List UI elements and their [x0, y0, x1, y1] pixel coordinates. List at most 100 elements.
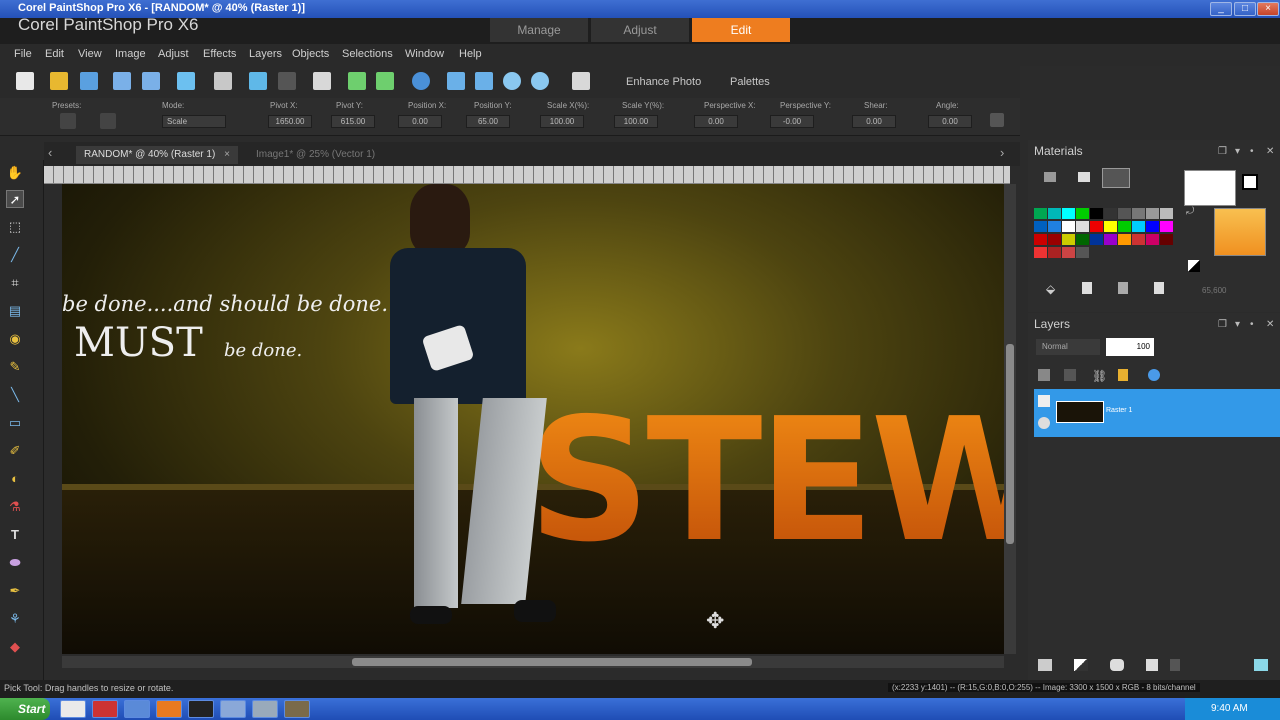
enhance-photo-menu[interactable]: Enhance Photo: [626, 76, 701, 88]
swatch[interactable]: [1062, 247, 1075, 258]
straighten-tool-icon[interactable]: ▤: [6, 302, 24, 320]
tab-scroll-right-icon[interactable]: ›: [1000, 145, 1004, 160]
swatch[interactable]: [1062, 208, 1075, 219]
minimize-button[interactable]: _: [1210, 2, 1232, 16]
reset-colors-icon[interactable]: [1188, 260, 1200, 272]
swatch[interactable]: [1076, 208, 1089, 219]
doc-tab-random[interactable]: RANDOM* @ 40% (Raster 1) ×: [76, 146, 238, 164]
layers-menu-icon[interactable]: •: [1250, 319, 1254, 330]
clone-brush-icon[interactable]: ╲: [6, 386, 24, 404]
layers-pin-icon[interactable]: ▾: [1235, 319, 1240, 330]
swatch[interactable]: [1048, 234, 1061, 245]
swatch[interactable]: [1048, 221, 1061, 232]
layer-group-icon[interactable]: [1038, 395, 1050, 407]
lock-transparency-icon[interactable]: [1064, 369, 1076, 381]
explorer-icon[interactable]: [220, 700, 246, 718]
layers-restore-icon[interactable]: ❐: [1218, 319, 1227, 330]
horizontal-scroll-thumb[interactable]: [352, 658, 752, 666]
tab-adjust[interactable]: Adjust: [591, 18, 689, 42]
flood-fill-icon[interactable]: ⚗: [6, 498, 24, 516]
pan-tool-icon[interactable]: ✋: [6, 164, 24, 182]
swap-colors-icon[interactable]: [1242, 174, 1258, 190]
materials-close-icon[interactable]: ✕: [1266, 146, 1274, 157]
lock-icon[interactable]: [1118, 369, 1128, 381]
info-icon[interactable]: [412, 72, 430, 90]
menu-edit[interactable]: Edit: [45, 48, 64, 60]
menu-image[interactable]: Image: [115, 48, 146, 60]
swatch[interactable]: [1076, 221, 1089, 232]
rainbow-view-icon[interactable]: [1078, 172, 1090, 182]
mode-select[interactable]: Scale: [162, 115, 226, 128]
doc-tab-image1[interactable]: Image1* @ 25% (Vector 1): [248, 146, 383, 164]
swatch[interactable]: [1034, 221, 1047, 232]
text-tool-icon[interactable]: T: [6, 526, 24, 544]
menu-adjust[interactable]: Adjust: [158, 48, 189, 60]
swatch[interactable]: [1090, 234, 1103, 245]
swatch[interactable]: [1132, 208, 1145, 219]
horizontal-scrollbar[interactable]: [62, 656, 1004, 668]
new-swatch-icon[interactable]: [1082, 282, 1092, 294]
reset-icon[interactable]: [100, 113, 116, 129]
resize-icon[interactable]: [313, 72, 331, 90]
swatch[interactable]: [1034, 234, 1047, 245]
tab-scroll-left-icon[interactable]: ‹: [48, 145, 52, 160]
swatch[interactable]: [1104, 234, 1117, 245]
layer-opacity-field[interactable]: 100: [1106, 338, 1154, 356]
link-icon[interactable]: ⛓: [1092, 369, 1107, 383]
menu-file[interactable]: File: [14, 48, 32, 60]
print-icon[interactable]: [214, 72, 232, 90]
chrome-icon[interactable]: [60, 700, 86, 718]
redo-icon[interactable]: [278, 72, 296, 90]
new-layer-icon[interactable]: [1038, 659, 1052, 671]
swatch[interactable]: [1062, 234, 1075, 245]
undo-icon[interactable]: [249, 72, 267, 90]
pick-tool-icon[interactable]: ➚: [6, 190, 24, 208]
materials-pin-icon[interactable]: ▾: [1235, 146, 1240, 157]
warp-brush-icon[interactable]: ⚘: [6, 610, 24, 628]
scale-y-field[interactable]: 100.00: [614, 115, 658, 128]
perspective-y-field[interactable]: -0.00: [770, 115, 814, 128]
swatch[interactable]: [1104, 221, 1117, 232]
swap-arrow-icon[interactable]: ⤾: [1186, 206, 1194, 217]
swatch[interactable]: [1132, 221, 1145, 232]
vertical-scroll-thumb[interactable]: [1006, 344, 1014, 544]
swatch[interactable]: [1048, 247, 1061, 258]
background-color[interactable]: [1214, 208, 1266, 256]
makeover-tool-icon[interactable]: ✎: [6, 358, 24, 376]
layers-close-icon[interactable]: ✕: [1266, 319, 1274, 330]
swatch[interactable]: [1062, 221, 1075, 232]
tab-manage[interactable]: Manage: [490, 18, 588, 42]
menu-window[interactable]: Window: [405, 48, 444, 60]
position-y-field[interactable]: 65.00: [466, 115, 510, 128]
scale-x-field[interactable]: 100.00: [540, 115, 584, 128]
zoom-in-icon[interactable]: [531, 72, 549, 90]
swatch[interactable]: [1146, 208, 1159, 219]
swatch-view-icon[interactable]: [1102, 168, 1130, 188]
rotate-right-icon[interactable]: [376, 72, 394, 90]
group-layer-icon[interactable]: [1146, 659, 1158, 671]
swatch[interactable]: [1146, 234, 1159, 245]
materials-menu-icon[interactable]: •: [1250, 146, 1254, 157]
pick-tool-preset-icon[interactable]: [60, 113, 76, 129]
menu-help[interactable]: Help: [459, 48, 482, 60]
eyedropper-small-icon[interactable]: ⬙: [1046, 282, 1055, 296]
menu-selections[interactable]: Selections: [342, 48, 393, 60]
new-file-icon[interactable]: [16, 72, 34, 90]
crop-tool-icon[interactable]: ⌗: [6, 274, 24, 292]
eyedropper-icon[interactable]: ╱: [6, 246, 24, 264]
swatch[interactable]: [1034, 208, 1047, 219]
shear-field[interactable]: 0.00: [852, 115, 896, 128]
grid-icon[interactable]: [447, 72, 465, 90]
scratch-remover-icon[interactable]: ▭: [6, 414, 24, 432]
highlight-icon[interactable]: [1148, 369, 1160, 381]
red-eye-tool-icon[interactable]: ◉: [6, 330, 24, 348]
new-adjustment-layer-icon[interactable]: [1074, 659, 1088, 671]
layer-row-raster-1[interactable]: Raster 1: [1034, 389, 1280, 437]
zoom-out-icon[interactable]: [503, 72, 521, 90]
dodge-tool-icon[interactable]: ◐: [6, 470, 24, 488]
swatch[interactable]: [1160, 208, 1173, 219]
swatch[interactable]: [1160, 234, 1173, 245]
acrobat-icon[interactable]: [92, 700, 118, 718]
materials-restore-icon[interactable]: ❐: [1218, 146, 1227, 157]
paint-brush-icon[interactable]: ✐: [6, 442, 24, 460]
